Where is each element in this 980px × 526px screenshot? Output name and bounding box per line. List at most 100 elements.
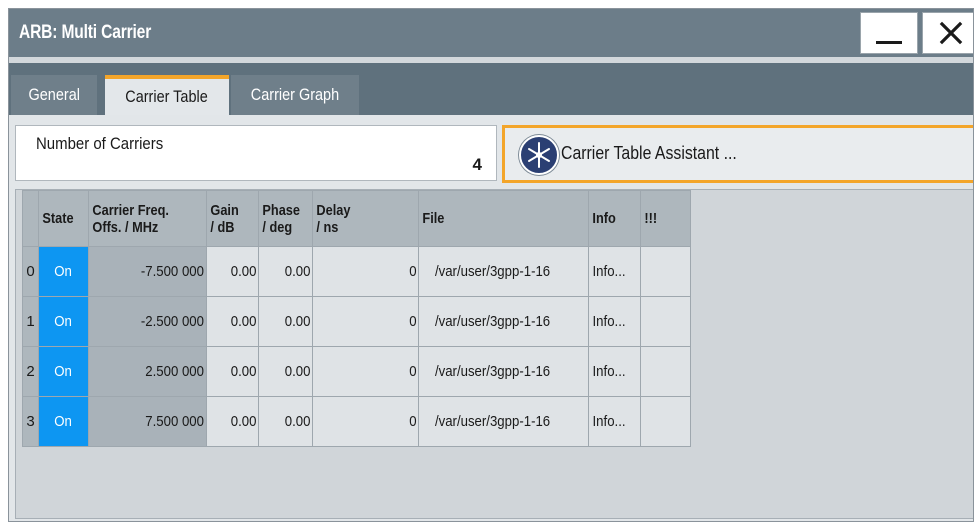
info-label: Info...	[592, 363, 626, 380]
info-label: Info...	[592, 413, 626, 430]
carrier-table-assistant-button[interactable]: Carrier Table Assistant ...	[502, 125, 973, 183]
row-index: 0	[22, 246, 39, 297]
carrier-freq-cell[interactable]: -2.500 000	[88, 296, 207, 347]
gain-cell[interactable]: 0.00	[206, 346, 259, 397]
tab-carrier-table-label: Carrier Table	[125, 87, 209, 106]
carrier-freq-value: -2.500 000	[141, 313, 205, 330]
info-label: Info...	[592, 263, 626, 280]
tab-carrier-graph[interactable]: Carrier Graph	[231, 75, 359, 115]
delay-cell[interactable]: 0	[312, 296, 419, 347]
info-button[interactable]: Info...	[588, 346, 641, 397]
number-of-carriers-field[interactable]: Number of Carriers 4	[15, 125, 497, 181]
file-value: /var/user/3gpp-1-16	[434, 313, 551, 330]
carrier-state-label: On	[54, 263, 73, 280]
header-file: File	[418, 190, 589, 247]
header-phase-line2: / deg	[262, 218, 293, 236]
phase-cell[interactable]: 0.00	[258, 246, 313, 297]
header-warning-label: !!!	[644, 210, 658, 227]
header-phase: Phase / deg	[258, 190, 313, 247]
gain-value: 0.00	[230, 363, 257, 380]
carrier-state-toggle[interactable]: On	[38, 296, 89, 347]
delay-cell[interactable]: 0	[312, 346, 419, 397]
phase-cell[interactable]: 0.00	[258, 346, 313, 397]
header-delay-line1: Delay	[316, 201, 351, 219]
carrier-state-toggle[interactable]: On	[38, 246, 89, 297]
delay-cell[interactable]: 0	[312, 396, 419, 447]
carrier-freq-value: -7.500 000	[141, 263, 205, 280]
window-title: ARB: Multi Carrier	[19, 22, 152, 43]
tab-general[interactable]: General	[11, 75, 97, 115]
carrier-state-toggle[interactable]: On	[38, 396, 89, 447]
table-row: 1 On -2.500 000 0.00 0.00 0 /var/user/3g…	[22, 296, 691, 347]
info-button[interactable]: Info...	[588, 296, 641, 347]
delay-value: 0	[408, 313, 417, 330]
row-index: 1	[22, 296, 39, 347]
header-freq-line2: Offs. / MHz	[92, 218, 159, 236]
table-row: 0 On -7.500 000 0.00 0.00 0 /var/user/3g…	[22, 246, 691, 297]
header-carrier-freq: Carrier Freq. Offs. / MHz	[88, 190, 207, 247]
carrier-freq-value: 2.500 000	[145, 363, 205, 380]
row-index: 2	[22, 346, 39, 397]
minimize-button[interactable]	[860, 12, 918, 54]
file-value: /var/user/3gpp-1-16	[434, 413, 551, 430]
carrier-freq-cell[interactable]: -7.500 000	[88, 246, 207, 297]
phase-cell[interactable]: 0.00	[258, 396, 313, 447]
delay-value: 0	[408, 413, 417, 430]
header-phase-line1: Phase	[262, 201, 300, 219]
gain-cell[interactable]: 0.00	[206, 296, 259, 347]
warning-cell	[640, 246, 691, 297]
header-gain-line1: Gain	[210, 201, 239, 219]
file-cell[interactable]: /var/user/3gpp-1-16	[418, 246, 589, 297]
carrier-freq-cell[interactable]: 7.500 000	[88, 396, 207, 447]
tab-bar: General Carrier Table Carrier Graph	[9, 63, 973, 115]
warning-cell	[640, 346, 691, 397]
info-button[interactable]: Info...	[588, 246, 641, 297]
phase-value: 0.00	[284, 363, 311, 380]
tab-carrier-graph-label: Carrier Graph	[250, 85, 340, 104]
star-burst-icon	[519, 135, 559, 175]
delay-value: 0	[408, 363, 417, 380]
header-info: Info	[588, 190, 641, 247]
gain-value: 0.00	[230, 413, 257, 430]
file-value: /var/user/3gpp-1-16	[434, 363, 551, 380]
info-button[interactable]: Info...	[588, 396, 641, 447]
file-cell[interactable]: /var/user/3gpp-1-16	[418, 396, 589, 447]
carrier-state-label: On	[54, 413, 73, 430]
info-label: Info...	[592, 313, 626, 330]
header-state-label: State	[42, 210, 74, 227]
file-cell[interactable]: /var/user/3gpp-1-16	[418, 346, 589, 397]
header-info-label: Info	[592, 210, 616, 227]
header-file-label: File	[422, 210, 445, 227]
header-state: State	[38, 190, 89, 247]
delay-cell[interactable]: 0	[312, 246, 419, 297]
phase-value: 0.00	[284, 263, 311, 280]
table-row: 2 On 2.500 000 0.00 0.00 0 /var/user/3gp…	[22, 346, 691, 397]
header-gain-line2: / dB	[210, 218, 235, 236]
title-bar: ARB: Multi Carrier	[9, 9, 973, 57]
header-index	[22, 190, 39, 247]
minimize-icon	[876, 41, 902, 44]
warning-cell	[640, 296, 691, 347]
table-row: 3 On 7.500 000 0.00 0.00 0 /var/user/3gp…	[22, 396, 691, 447]
carrier-table-panel: Number of Carriers 4 Carrier Table Assis…	[9, 115, 973, 521]
gain-value: 0.00	[230, 313, 257, 330]
gain-cell[interactable]: 0.00	[206, 396, 259, 447]
file-cell[interactable]: /var/user/3gpp-1-16	[418, 296, 589, 347]
close-button[interactable]	[922, 12, 973, 54]
tab-general-label: General	[28, 85, 80, 104]
phase-cell[interactable]: 0.00	[258, 296, 313, 347]
phase-value: 0.00	[284, 413, 311, 430]
multi-carrier-window: ARB: Multi Carrier General Carrier Table…	[8, 8, 974, 522]
carrier-freq-value: 7.500 000	[145, 413, 205, 430]
tab-carrier-table[interactable]: Carrier Table	[105, 75, 229, 115]
gain-cell[interactable]: 0.00	[206, 246, 259, 297]
header-delay: Delay / ns	[312, 190, 419, 247]
carrier-table-assistant-label: Carrier Table Assistant ...	[561, 143, 737, 163]
header-delay-line2: / ns	[316, 218, 339, 236]
header-freq-line1: Carrier Freq.	[92, 201, 169, 219]
header-warning: !!!	[640, 190, 691, 247]
carrier-freq-cell[interactable]: 2.500 000	[88, 346, 207, 397]
carrier-state-toggle[interactable]: On	[38, 346, 89, 397]
file-value: /var/user/3gpp-1-16	[434, 263, 551, 280]
carrier-table-area: State Carrier Freq. Offs. / MHz Gain / dB …	[15, 189, 973, 519]
